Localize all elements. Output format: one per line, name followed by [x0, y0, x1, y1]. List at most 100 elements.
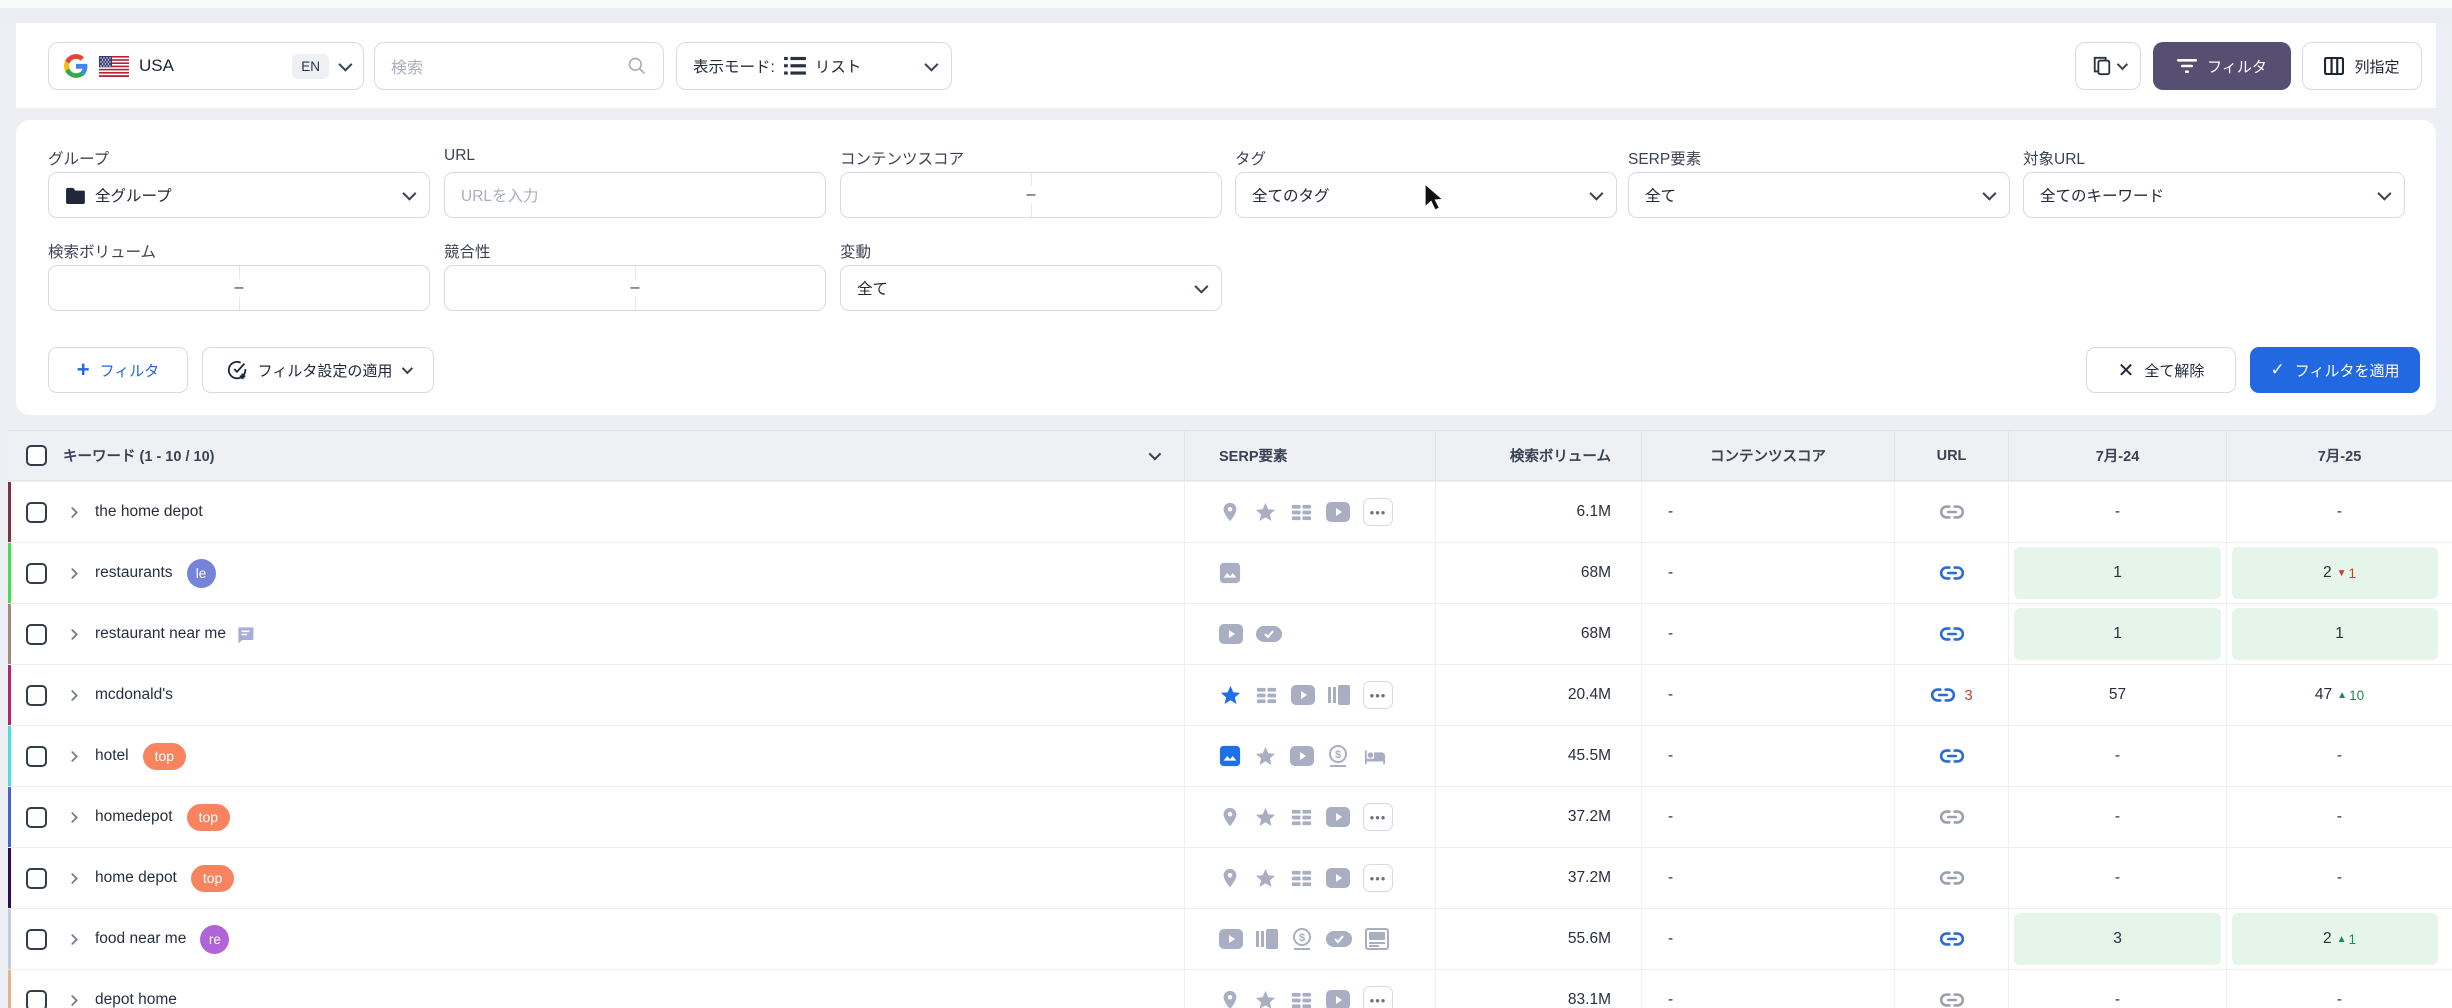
url-cell[interactable] — [1895, 604, 2009, 664]
target-url-select[interactable]: 全てのキーワード — [2023, 172, 2405, 218]
apply-settings-label: フィルタ設定の適用 — [258, 360, 393, 381]
keyword-text[interactable]: the home depot — [95, 503, 203, 521]
keyword-text[interactable]: homedepot — [95, 808, 173, 826]
clear-all-button[interactable]: ✕ 全て解除 — [2086, 347, 2236, 393]
svg-text:$: $ — [1335, 749, 1341, 761]
serp-more-icon: ••• — [1363, 498, 1393, 526]
group-select[interactable]: 全グループ — [48, 172, 430, 218]
url-cell[interactable] — [1895, 787, 2009, 847]
serp-features-cell: $ — [1185, 726, 1436, 786]
change-select[interactable]: 全て — [840, 265, 1222, 311]
serp-pin-icon — [1219, 806, 1241, 828]
view-mode-select[interactable]: 表示モード: リスト — [676, 42, 952, 90]
row-checkbox[interactable] — [26, 807, 47, 828]
serp-list-icon — [1255, 684, 1278, 707]
chevron-down-icon — [1589, 187, 1603, 201]
day2-rank-cell: 2▲1 — [2227, 909, 2452, 969]
url-cell[interactable]: 3 — [1895, 665, 2009, 725]
table-row: restaurant near me 68M - 1 1 — [8, 604, 2452, 665]
column-settings-button[interactable]: 列指定 — [2302, 42, 2422, 90]
keyword-text[interactable]: depot home — [95, 991, 177, 1008]
serp-check-icon — [1326, 931, 1352, 947]
row-expand-chevron[interactable] — [69, 812, 83, 823]
keyword-text[interactable]: food near me — [95, 930, 186, 948]
sort-icon[interactable] — [1149, 448, 1162, 461]
url-filter-input[interactable]: URLを入力 — [444, 172, 826, 218]
keyword-text[interactable]: restaurant near me — [95, 625, 226, 643]
url-cell[interactable] — [1895, 848, 2009, 908]
row-color-stripe — [8, 543, 11, 603]
link-icon[interactable] — [1930, 682, 1956, 708]
row-checkbox[interactable] — [26, 563, 47, 584]
row-expand-chevron[interactable] — [69, 629, 83, 640]
row-expand-chevron[interactable] — [69, 873, 83, 884]
serp-video-icon — [1326, 807, 1350, 827]
top-badge: top — [143, 743, 186, 770]
url-cell[interactable] — [1895, 909, 2009, 969]
apply-filters-button[interactable]: ✓ フィルタを適用 — [2250, 347, 2420, 393]
serp-features-cell: ••• — [1185, 970, 1436, 1008]
rank-delta: ▲10 — [2337, 688, 2364, 703]
serp-select[interactable]: 全て — [1628, 172, 2010, 218]
day1-rank-cell: - — [2009, 848, 2227, 908]
keyword-text[interactable]: restaurants — [95, 564, 173, 582]
day2-header: 7月-25 — [2227, 431, 2452, 480]
copy-button[interactable] — [2075, 42, 2141, 90]
apply-filter-settings-button[interactable]: フィルタ設定の適用 — [202, 347, 434, 393]
search-input[interactable]: 検索 — [374, 42, 664, 90]
columns-button-label: 列指定 — [2354, 56, 2399, 77]
row-expand-chevron[interactable] — [69, 507, 83, 518]
link-icon[interactable] — [1939, 499, 1965, 525]
row-checkbox[interactable] — [26, 868, 47, 889]
link-icon[interactable] — [1939, 987, 1965, 1008]
search-volume-cell: 55.6M — [1436, 909, 1642, 969]
table-row: the home depot ••• 6.1M - - - — [8, 482, 2452, 543]
row-checkbox[interactable] — [26, 746, 47, 767]
add-filter-button[interactable]: + フィルタ — [48, 347, 188, 393]
serp-video-icon — [1219, 624, 1243, 644]
row-checkbox[interactable] — [26, 624, 47, 645]
day1-rank-cell: 3 — [2009, 909, 2227, 969]
link-icon[interactable] — [1939, 560, 1965, 586]
competition-range-input[interactable]: – — [444, 265, 826, 311]
row-checkbox[interactable] — [26, 685, 47, 706]
keyword-text[interactable]: mcdonald's — [95, 686, 173, 704]
content-score-cell: - — [1642, 787, 1895, 847]
row-expand-chevron[interactable] — [69, 934, 83, 945]
change-label: 変動 — [840, 240, 871, 262]
row-expand-chevron[interactable] — [69, 751, 83, 762]
volume-range-input[interactable]: – — [48, 265, 430, 311]
link-icon[interactable] — [1939, 621, 1965, 647]
url-cell[interactable] — [1895, 726, 2009, 786]
search-volume-cell: 37.2M — [1436, 848, 1642, 908]
serp-video-icon — [1219, 929, 1243, 949]
row-checkbox[interactable] — [26, 502, 47, 523]
row-expand-chevron[interactable] — [69, 690, 83, 701]
serp-carousel-icon — [1256, 929, 1278, 949]
country-selector[interactable]: USA EN — [48, 42, 364, 90]
select-all-checkbox[interactable] — [26, 445, 47, 466]
filter-toggle-button[interactable]: フィルタ — [2153, 42, 2291, 90]
url-cell[interactable] — [1895, 970, 2009, 1008]
link-icon[interactable] — [1939, 743, 1965, 769]
url-cell[interactable] — [1895, 543, 2009, 603]
url-cell[interactable] — [1895, 482, 2009, 542]
serp-ad-icon — [1365, 928, 1389, 950]
keyword-text[interactable]: hotel — [95, 747, 129, 765]
link-icon[interactable] — [1939, 926, 1965, 952]
content-score-cell: - — [1642, 604, 1895, 664]
rank-value: 2▼1 — [2323, 564, 2356, 582]
row-checkbox[interactable] — [26, 990, 47, 1008]
row-checkbox[interactable] — [26, 929, 47, 950]
link-icon[interactable] — [1939, 865, 1965, 891]
rank-value: 47▲10 — [2315, 686, 2364, 704]
competition-label: 競合性 — [444, 240, 491, 262]
row-expand-chevron[interactable] — [69, 568, 83, 579]
copy-icon — [2092, 55, 2112, 77]
filter-icon — [2177, 58, 2197, 74]
content-score-range-input[interactable]: – — [840, 172, 1222, 218]
row-expand-chevron[interactable] — [69, 995, 83, 1006]
row-color-stripe — [8, 970, 11, 1008]
link-icon[interactable] — [1939, 804, 1965, 830]
keyword-text[interactable]: home depot — [95, 869, 177, 887]
